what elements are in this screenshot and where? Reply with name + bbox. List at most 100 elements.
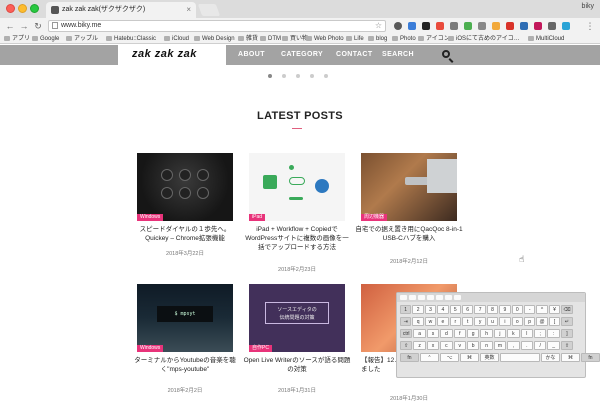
- category-badge[interactable]: 周辺機器: [361, 214, 388, 221]
- forward-arrow-icon[interactable]: →: [18, 20, 30, 32]
- new-tab-button[interactable]: [197, 4, 221, 16]
- keyboard-key[interactable]: f: [453, 329, 466, 338]
- extension-icon[interactable]: [436, 22, 444, 30]
- keyboard-key[interactable]: 6: [462, 305, 474, 314]
- keyboard-key[interactable]: ↵: [561, 317, 573, 326]
- slider-dot[interactable]: [296, 74, 300, 78]
- post-title[interactable]: iPad + Workflow + CopiedでWordPressサイトに複数…: [243, 225, 351, 252]
- keyboard-key[interactable]: c: [440, 341, 453, 350]
- keyboard-key[interactable]: o: [511, 317, 523, 326]
- extension-icon[interactable]: [534, 22, 542, 30]
- bookmark-item[interactable]: MultiCloud: [528, 34, 564, 43]
- post-thumbnail[interactable]: 周辺機器: [361, 153, 457, 221]
- menu-dots-icon[interactable]: ⋮: [584, 20, 596, 32]
- bookmark-item[interactable]: DTM: [260, 34, 281, 43]
- keyboard-key[interactable]: ⌘: [561, 353, 580, 362]
- keyboard-key[interactable]: w: [424, 317, 437, 326]
- keyboard-key[interactable]: ,: [507, 341, 520, 350]
- keyboard-key[interactable]: s: [426, 329, 440, 338]
- keyboard-key[interactable]: 7: [474, 305, 486, 314]
- extension-icon[interactable]: [548, 22, 556, 30]
- keyboard-key[interactable]: fn: [400, 353, 419, 362]
- keyboard-key[interactable]: ⌫: [561, 305, 573, 314]
- keyboard-key[interactable]: d: [440, 329, 453, 338]
- keyboard-key[interactable]: ⇧: [560, 341, 574, 350]
- extension-icon[interactable]: [520, 22, 528, 30]
- keyboard-key[interactable]: y: [474, 317, 486, 326]
- keyboard-key[interactable]: [: [548, 317, 561, 326]
- bookmark-item[interactable]: iCloud: [164, 34, 189, 43]
- keyboard-key[interactable]: p: [524, 317, 536, 326]
- toolbar-button[interactable]: [427, 295, 434, 300]
- category-badge[interactable]: Windows: [137, 214, 164, 221]
- close-window-button[interactable]: [6, 4, 15, 13]
- keyboard-key[interactable]: fn: [581, 353, 600, 362]
- extension-icon[interactable]: [492, 22, 500, 30]
- bookmark-item[interactable]: Photo: [392, 34, 416, 43]
- slider-dot[interactable]: [268, 74, 272, 78]
- extension-icon[interactable]: [450, 22, 458, 30]
- keyboard-key[interactable]: 5: [449, 305, 461, 314]
- keyboard-key[interactable]: r: [449, 317, 461, 326]
- bookmark-item[interactable]: Web Design: [194, 34, 235, 43]
- keyboard-key[interactable]: b: [467, 341, 480, 350]
- category-badge[interactable]: 自作PC: [249, 345, 272, 352]
- slider-dot[interactable]: [324, 74, 328, 78]
- extension-icon[interactable]: [394, 22, 402, 30]
- keyboard-key[interactable]: 英数: [480, 353, 499, 362]
- category-badge[interactable]: iPad: [249, 214, 266, 221]
- keyboard-key[interactable]: 8: [486, 305, 499, 314]
- keyboard-key[interactable]: x: [426, 341, 440, 350]
- extension-icon[interactable]: [464, 22, 472, 30]
- post-title[interactable]: Open Live Writerのソースが語る問題の対策: [243, 356, 351, 374]
- keyboard-key[interactable]: 3: [424, 305, 437, 314]
- extension-icon[interactable]: [506, 22, 514, 30]
- slider-dot[interactable]: [282, 74, 286, 78]
- keyboard-key[interactable]: g: [467, 329, 480, 338]
- keyboard-key[interactable]: ⇥: [400, 317, 412, 326]
- post-title[interactable]: スピードダイヤルの１歩先へ。Quickey – Chrome拡張機能: [131, 225, 239, 243]
- address-bar[interactable]: www.biky.me ☆: [48, 20, 386, 32]
- bookmark-item[interactable]: iOSにて古めのアイコ…: [448, 34, 520, 43]
- bookmark-item[interactable]: アプリ: [4, 34, 30, 43]
- toolbar-button[interactable]: [454, 295, 461, 300]
- keyboard-key[interactable]: _: [547, 341, 560, 350]
- keyboard-key[interactable]: かな: [541, 353, 560, 362]
- tab-active[interactable]: zak zak zak(ザクザクザク) ×: [46, 2, 196, 18]
- keyboard-key[interactable]: 0: [511, 305, 523, 314]
- search-icon[interactable]: [442, 50, 450, 58]
- keyboard-key[interactable]: i: [499, 317, 511, 326]
- keyboard-key[interactable]: ctrl: [400, 329, 413, 338]
- keyboard-key[interactable]: q: [412, 317, 424, 326]
- keyboard-key[interactable]: ⌃: [420, 353, 439, 362]
- keyboard-key[interactable]: t: [462, 317, 474, 326]
- extension-icon[interactable]: [478, 22, 486, 30]
- bookmark-star-icon[interactable]: ☆: [375, 21, 382, 31]
- bookmark-item[interactable]: Hatebu::Classic: [106, 34, 156, 43]
- keyboard-key[interactable]: m: [493, 341, 507, 350]
- keyboard-key[interactable]: 4: [437, 305, 449, 314]
- keyboard-key[interactable]: ;: [534, 329, 547, 338]
- back-arrow-icon[interactable]: ←: [4, 20, 16, 32]
- nav-about[interactable]: ABOUT: [238, 45, 265, 65]
- bookmark-item[interactable]: blog: [368, 34, 387, 43]
- keyboard-key[interactable]: h: [480, 329, 493, 338]
- post-title[interactable]: ターミナルからYoutubeの音楽を聴く"mps-youtube": [131, 356, 239, 374]
- post-title[interactable]: 自宅での据え置き用にQacQoc 8-in-1 USB-Cハブを購入: [355, 225, 463, 243]
- post-thumbnail[interactable]: iPad: [249, 153, 345, 221]
- keyboard-key[interactable]: 1: [400, 305, 412, 314]
- bookmark-item[interactable]: Life: [346, 34, 364, 43]
- post-thumbnail[interactable]: Windows: [137, 153, 233, 221]
- extension-icon[interactable]: [422, 22, 430, 30]
- keyboard-key[interactable]: l: [520, 329, 533, 338]
- site-logo[interactable]: zak zak zak: [132, 48, 197, 60]
- keyboard-key[interactable]: /: [534, 341, 547, 350]
- keyboard-key[interactable]: u: [486, 317, 499, 326]
- nav-category[interactable]: CATEGORY: [281, 45, 323, 65]
- keyboard-key[interactable]: ⇧: [400, 341, 413, 350]
- keyboard-key[interactable]: 2: [412, 305, 424, 314]
- toolbar-button[interactable]: [409, 295, 416, 300]
- keyboard-key[interactable]: -: [524, 305, 536, 314]
- keyboard-key[interactable]: a: [413, 329, 426, 338]
- post-thumbnail[interactable]: $ mpsyt Windows: [137, 284, 233, 352]
